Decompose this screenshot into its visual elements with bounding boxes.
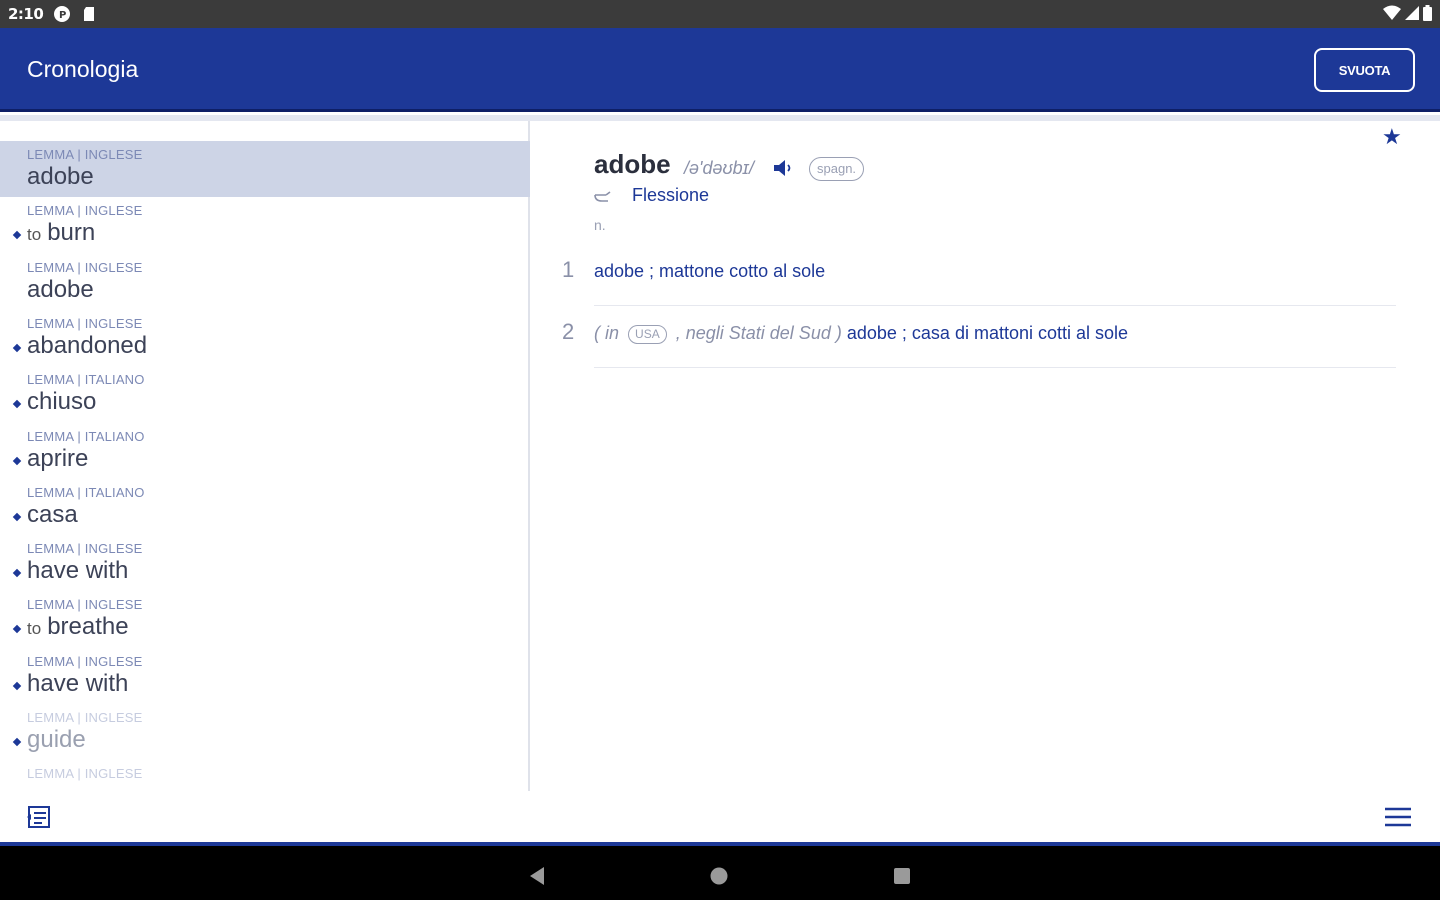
status-bar: 2:10 P xyxy=(0,0,1440,28)
history-item-prefix: to xyxy=(27,225,42,245)
history-item-word: adobe xyxy=(27,163,94,190)
history-item-bullet-icon xyxy=(12,456,22,465)
history-item[interactable]: LEMMA | ITALIANO chiuso xyxy=(0,366,530,422)
page-title: Cronologia xyxy=(27,56,139,82)
region-tag: USA xyxy=(628,324,667,344)
history-item-category: LEMMA | ITALIANO xyxy=(27,428,145,444)
history-item-category: LEMMA | INGLESE xyxy=(27,653,143,669)
history-item-word-line: to breathe xyxy=(27,613,129,641)
history-item-category: LEMMA | INGLESE xyxy=(27,710,143,725)
recents-icon[interactable] xyxy=(893,867,911,885)
sense-text: adobe ; mattone cotto al sole xyxy=(594,261,826,281)
battery-icon xyxy=(1423,5,1432,21)
history-item-category: LEMMA | INGLESE xyxy=(27,597,143,613)
history-item[interactable]: LEMMA | INGLESE adobe xyxy=(0,254,530,310)
sense-text-line: ( in USA , negli Stati del Sud ) adobe ;… xyxy=(594,323,1128,344)
history-item[interactable]: LEMMA | ITALIANO casa xyxy=(0,479,530,535)
inflection-link[interactable]: Flessione xyxy=(632,185,709,206)
sense-note-post: , negli Stati del Sud ) xyxy=(675,323,842,343)
sense-text: adobe ; casa di mattoni cotti al sole xyxy=(846,323,1129,343)
signal-icon xyxy=(1405,6,1419,20)
history-item-word-line: have with xyxy=(27,557,128,585)
system-nav-bar xyxy=(0,842,1440,900)
history-item-prefix: to xyxy=(27,619,42,639)
history-item-word: chiuso xyxy=(27,388,97,416)
history-item-word-line: to burn xyxy=(27,219,95,247)
history-item[interactable]: LEMMA | INGLESE adobe xyxy=(0,141,530,197)
history-item-bullet-icon xyxy=(12,681,22,690)
part-of-speech: n. xyxy=(594,217,606,233)
history-item-word: casa xyxy=(27,500,78,528)
history-item-category: LEMMA | INGLESE xyxy=(27,259,143,275)
history-item-category: LEMMA | INGLESE xyxy=(27,147,143,162)
p-notification-icon: P xyxy=(54,6,70,22)
speaker-icon[interactable] xyxy=(772,159,794,177)
status-time: 2:10 xyxy=(8,5,44,23)
history-item-bullet-icon xyxy=(12,399,22,409)
sense-separator xyxy=(594,367,1396,368)
history-item-bullet-icon xyxy=(12,231,22,240)
history-item-word-line: chiuso xyxy=(27,388,96,416)
history-item[interactable]: LEMMA | ITALIANO aprire xyxy=(0,423,530,479)
history-item-word: breathe xyxy=(47,613,129,641)
entry-detail: ★ adobe /ə'dəʊbɪ/ spagn. Flessione n. 1 … xyxy=(532,121,1440,791)
svg-text:P: P xyxy=(59,10,66,21)
history-item-bullet-icon xyxy=(12,568,22,578)
history-item[interactable]: LEMMA | INGLESE have with xyxy=(0,648,530,704)
history-item-word: have with xyxy=(27,557,129,585)
sense-number: 2 xyxy=(562,319,575,344)
app-bar: Cronologia SVUOTA xyxy=(0,28,1440,112)
history-item-word-line: adobe xyxy=(27,276,94,304)
pronunciation: /ə'dəʊbɪ/ xyxy=(684,158,755,178)
history-item-word-line: have with xyxy=(27,670,128,698)
history-item[interactable]: LEMMA | INGLESE to breathe xyxy=(0,591,530,647)
history-item-word-line: casa xyxy=(27,501,78,529)
sense-number: 1 xyxy=(562,257,575,282)
status-icons-right xyxy=(1383,5,1432,21)
language-tag: spagn. xyxy=(809,157,865,181)
history-list-icon[interactable] xyxy=(26,803,54,831)
history-item-category: LEMMA | INGLESE xyxy=(27,766,143,782)
wifi-icon xyxy=(1383,5,1401,20)
sense-separator xyxy=(594,305,1396,306)
menu-icon[interactable] xyxy=(1384,806,1412,828)
history-item[interactable]: LEMMA | INGLESE have with xyxy=(0,535,530,591)
history-item-category: LEMMA | INGLESE xyxy=(27,203,143,219)
history-item-category: LEMMA | INGLESE xyxy=(27,315,143,331)
history-item-word-line: aprire xyxy=(27,445,88,473)
history-item-word-line: guide xyxy=(27,726,86,754)
history-item[interactable]: LEMMA | INGLESE guide xyxy=(0,704,530,760)
history-item[interactable]: LEMMA | INGLESE xyxy=(0,760,530,791)
clear-history-button[interactable]: SVUOTA xyxy=(1314,48,1415,92)
history-item-category: LEMMA | INGLESE xyxy=(27,541,143,557)
history-item[interactable]: LEMMA | INGLESE abandoned xyxy=(0,310,530,366)
sense-note-pre: ( in xyxy=(594,323,620,343)
sd-card-icon xyxy=(84,7,94,21)
history-item-bullet-icon xyxy=(12,343,22,353)
history-item-word: guide xyxy=(27,726,86,753)
history-list[interactable]: LEMMA | INGLESE adobe LEMMA | INGLESE to bur… xyxy=(0,121,530,791)
headword: adobe xyxy=(594,149,671,179)
history-item-word: aprire xyxy=(27,444,89,472)
pointing-hand-icon xyxy=(594,191,611,202)
history-item-bullet-icon xyxy=(12,625,22,634)
back-icon[interactable] xyxy=(528,866,546,886)
history-item-word: burn xyxy=(47,219,96,247)
history-item-word-line: abandoned xyxy=(27,332,147,360)
history-item-word: have with xyxy=(27,669,129,697)
history-item-word: adobe xyxy=(27,275,94,303)
history-item-word-line: adobe xyxy=(27,163,94,191)
history-item-word: abandoned xyxy=(27,331,148,359)
history-item[interactable]: LEMMA | INGLESE to burn xyxy=(0,197,530,253)
favorite-star-icon[interactable]: ★ xyxy=(1382,125,1402,150)
history-item-bullet-icon xyxy=(12,512,22,522)
history-item-category: LEMMA | ITALIANO xyxy=(27,372,145,388)
history-item-bullet-icon xyxy=(12,737,22,747)
home-icon[interactable] xyxy=(710,867,728,885)
history-item-category: LEMMA | ITALIANO xyxy=(27,484,145,500)
